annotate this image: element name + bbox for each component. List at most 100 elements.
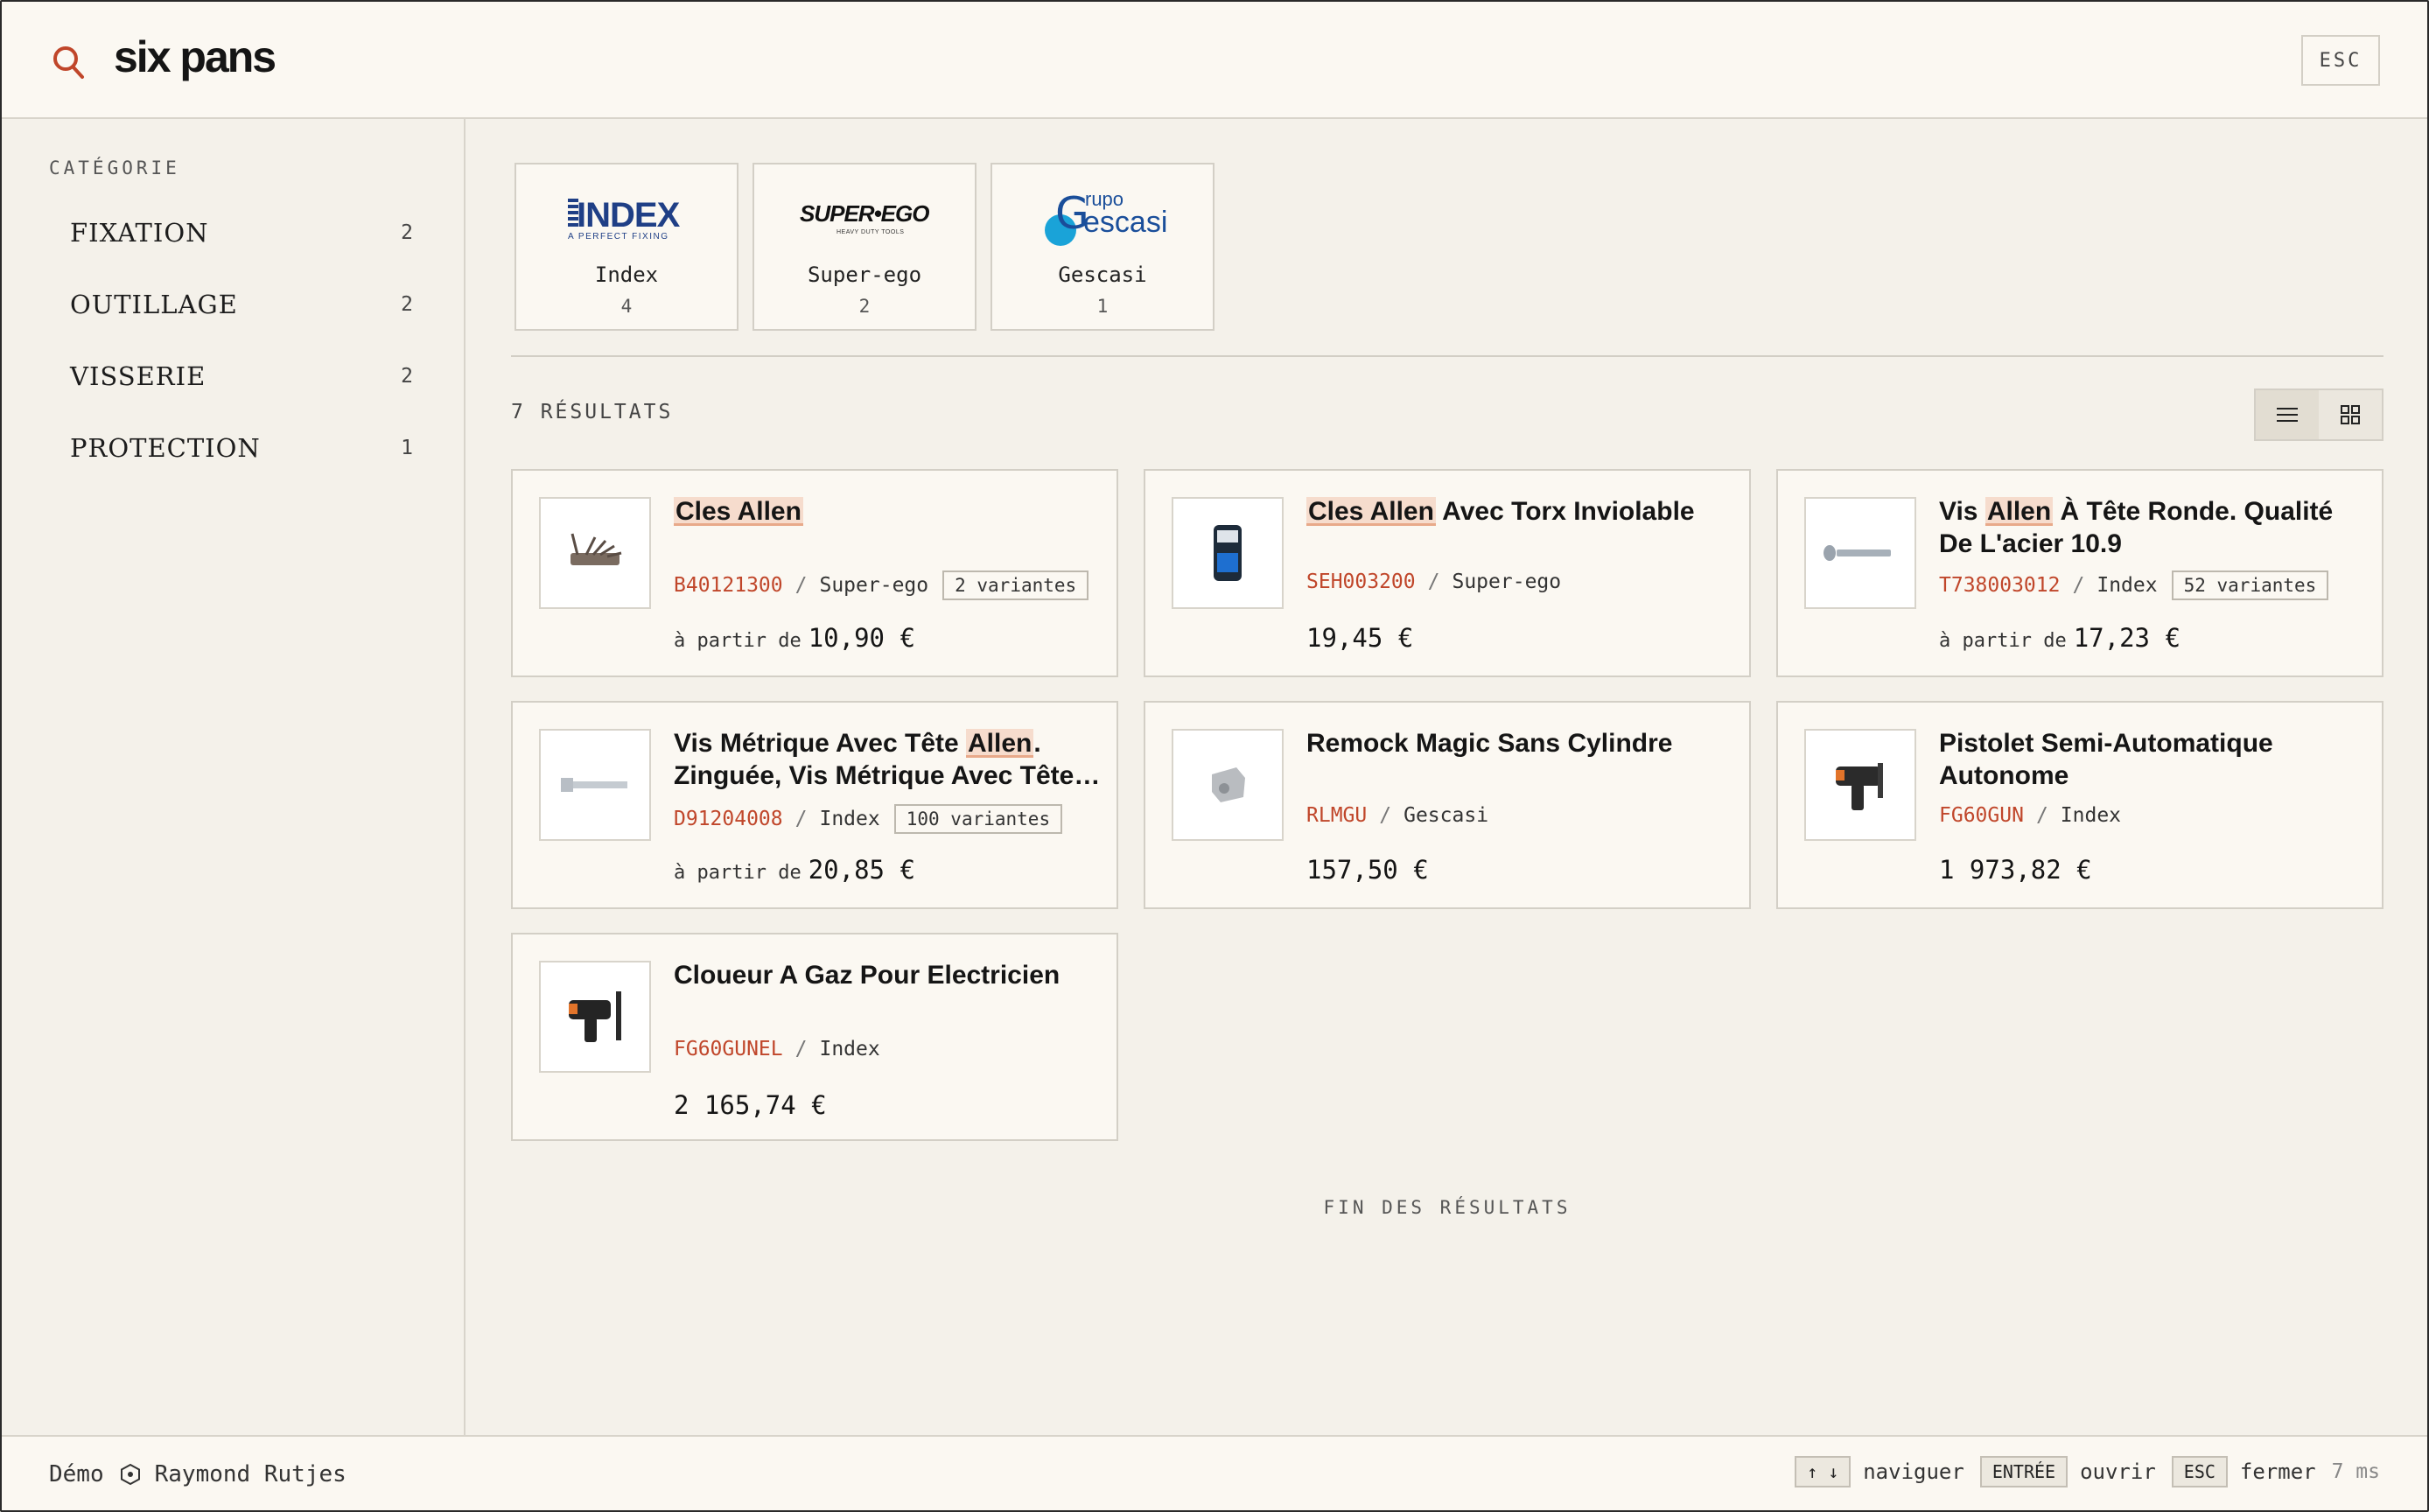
- product-thumbnail: [539, 497, 651, 609]
- esc-hint: fermer: [2239, 1460, 2316, 1484]
- grid-view-button[interactable]: [2319, 390, 2382, 439]
- product-title: Vis Métrique Avec Tête Allen. Zinguée, V…: [674, 729, 1101, 790]
- product-meta: T738003012 / Index 52 variantes: [1939, 570, 2329, 600]
- enter-key: ENTRÉE: [1979, 1456, 2068, 1488]
- allen-key-set-icon: [570, 533, 622, 565]
- svg-text:A PERFECT FIXING: A PERFECT FIXING: [568, 232, 669, 242]
- view-toggle: [2254, 388, 2384, 441]
- gas-nailer-icon: [569, 991, 621, 1042]
- product-brand: Index: [819, 1038, 880, 1060]
- sidebar-heading: CATÉGORIE: [49, 158, 180, 178]
- nav-key: ↑ ↓: [1795, 1456, 1852, 1488]
- category-count: 2: [401, 293, 413, 316]
- product-thumbnail: [1804, 497, 1916, 609]
- product-price: à partir de 17,23 €: [1939, 623, 2180, 653]
- footer: Démo Raymond Rutjes ↑ ↓ naviguer ENTRÉE …: [2, 1435, 2427, 1510]
- product-thumbnail: [539, 961, 651, 1073]
- category-count: 2: [401, 365, 413, 388]
- product-brand: Super-ego: [819, 574, 929, 597]
- category-label: PROTECTION: [70, 433, 261, 463]
- product-card[interactable]: Vis Métrique Avec Tête Allen. Zinguée, V…: [511, 701, 1118, 909]
- product-card[interactable]: Cles Allen Avec Torx Inviolable SEH00320…: [1144, 469, 1751, 677]
- svg-text:SUPER•EGO: SUPER•EGO: [800, 200, 929, 227]
- list-view-button[interactable]: [2256, 390, 2319, 439]
- product-price: à partir de 10,90 €: [674, 623, 915, 653]
- product-meta: RLMGU / Gescasi: [1306, 804, 1489, 827]
- product-price: 2 165,74 €: [674, 1090, 827, 1120]
- product-card[interactable]: Remock Magic Sans Cylindre RLMGU / Gesca…: [1144, 701, 1751, 909]
- demo-label: Démo: [49, 1461, 104, 1488]
- variants-badge: 52 variantes: [2171, 570, 2329, 600]
- product-title: Remock Magic Sans Cylindre: [1306, 729, 1673, 758]
- search-timing: 7 ms: [2331, 1460, 2380, 1483]
- product-thumbnail: [539, 729, 651, 841]
- keyboard-hints: ↑ ↓ naviguer ENTRÉE ouvrir ESC fermer 7 …: [1795, 1456, 2380, 1488]
- footer-credits: Démo Raymond Rutjes: [49, 1461, 346, 1488]
- results-panel: INDEX A PERFECT FIXING Index 4 SUPER•EGO…: [466, 119, 2427, 1435]
- nail-gun-icon: [1836, 763, 1883, 810]
- divider: [511, 355, 2384, 357]
- product-price: à partir de 20,85 €: [674, 855, 915, 885]
- product-title: Cles Allen Avec Torx Inviolable: [1306, 497, 1695, 526]
- lock-part-icon: [1212, 767, 1245, 802]
- brand-name: Index: [594, 262, 659, 287]
- hexagon-icon: [120, 1463, 140, 1486]
- variants-badge: 2 variantes: [942, 570, 1089, 600]
- svg-text:INDEX: INDEX: [577, 196, 681, 234]
- product-meta: FG60GUN / Index: [1939, 804, 2122, 827]
- esc-button[interactable]: ESC: [2301, 35, 2380, 86]
- product-meta: D91204008 / Index 100 variantes: [674, 804, 1063, 834]
- svg-text:HEAVY DUTY TOOLS: HEAVY DUTY TOOLS: [836, 229, 904, 235]
- product-sku: RLMGU: [1306, 804, 1368, 827]
- category-count: 1: [401, 437, 413, 459]
- super-ego-logo: SUPER•EGO HEAVY DUTY TOOLS: [754, 187, 975, 248]
- category-visserie[interactable]: VISSERIE 2: [70, 350, 413, 402]
- product-thumbnail: [1172, 729, 1284, 841]
- user-name[interactable]: Raymond Rutjes: [155, 1461, 346, 1488]
- product-price: 157,50 €: [1306, 855, 1429, 885]
- product-card[interactable]: Cles Allen B40121300 / Super-ego 2 varia…: [511, 469, 1118, 677]
- category-count: 2: [401, 221, 413, 244]
- category-outillage[interactable]: OUTILLAGE 2: [70, 278, 413, 331]
- list-icon: [2277, 408, 2298, 422]
- product-sku: D91204008: [674, 808, 783, 830]
- product-brand: Index: [819, 808, 880, 830]
- product-title: Cles Allen: [674, 497, 803, 526]
- brand-card-index[interactable]: INDEX A PERFECT FIXING Index 4: [514, 163, 738, 331]
- grid-icon: [2341, 405, 2360, 424]
- category-label: FIXATION: [70, 218, 209, 248]
- category-label: VISSERIE: [70, 361, 206, 391]
- category-fixation[interactable]: FIXATION 2: [70, 206, 413, 259]
- search-modal: six pans ESC CATÉGORIE FIXATION 2 OUTILL…: [0, 0, 2429, 1512]
- search-header: six pans ESC: [2, 2, 2427, 119]
- product-thumbnail: [1804, 729, 1916, 841]
- brand-count: 2: [858, 296, 871, 317]
- product-card[interactable]: Cloueur A Gaz Pour Electricien FG60GUNEL…: [511, 933, 1118, 1141]
- product-meta: B40121300 / Super-ego 2 variantes: [674, 570, 1089, 600]
- brand-name: Gescasi: [1058, 262, 1147, 287]
- gescasi-logo: G rupo escasi: [992, 187, 1213, 248]
- product-meta: FG60GUNEL / Index: [674, 1038, 880, 1060]
- brand-card-gescasi[interactable]: G rupo escasi Gescasi 1: [990, 163, 1214, 331]
- search-input[interactable]: six pans: [114, 32, 276, 82]
- product-card[interactable]: Pistolet Semi-Automatique Autonome FG60G…: [1776, 701, 2384, 909]
- index-logo: INDEX A PERFECT FIXING: [516, 187, 737, 248]
- product-sku: B40121300: [674, 574, 783, 597]
- product-brand: Index: [2060, 804, 2122, 827]
- brand-name: Super-ego: [807, 262, 922, 287]
- category-protection[interactable]: PROTECTION 1: [70, 422, 413, 474]
- product-price: 19,45 €: [1306, 623, 1414, 653]
- product-card[interactable]: Vis Allen À Tête Ronde. Qualité De L'aci…: [1776, 469, 2384, 677]
- product-brand: Gescasi: [1404, 804, 1489, 827]
- torx-pack-icon: [1214, 525, 1242, 581]
- product-brand: Index: [2096, 574, 2158, 597]
- end-of-results: FIN DES RÉSULTATS: [1323, 1197, 1572, 1218]
- product-meta: SEH003200 / Super-ego: [1306, 570, 1562, 593]
- product-sku: FG60GUNEL: [674, 1038, 783, 1060]
- brand-card-super-ego[interactable]: SUPER•EGO HEAVY DUTY TOOLS Super-ego 2: [752, 163, 976, 331]
- nav-hint: naviguer: [1863, 1460, 1964, 1484]
- metric-screw-icon: [561, 778, 627, 792]
- svg-text:escasi: escasi: [1083, 206, 1167, 239]
- product-title: Cloueur A Gaz Pour Electricien: [674, 961, 1060, 990]
- product-sku: FG60GUN: [1939, 804, 2024, 827]
